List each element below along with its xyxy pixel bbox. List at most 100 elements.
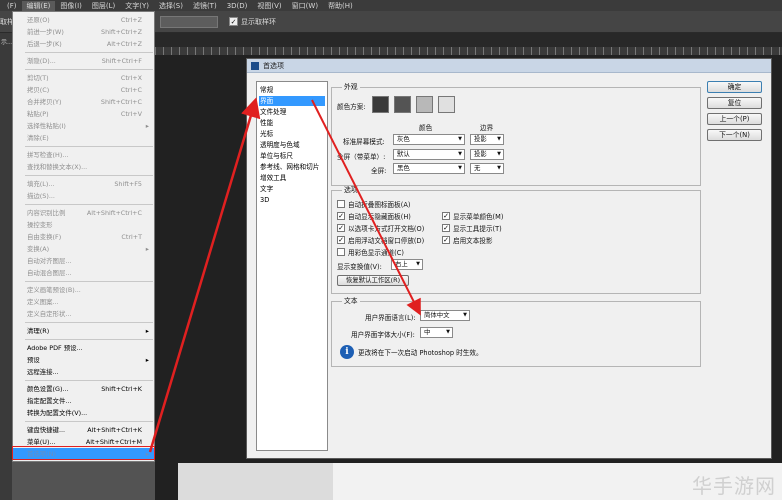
- color-scheme-swatch-2[interactable]: [394, 96, 411, 113]
- menu-item[interactable]: 颜色设置(G)... Shift+Ctrl+K: [13, 383, 154, 395]
- fullscreen-border-value: 无: [474, 164, 481, 172]
- transform-values-label: 显示变换值(V):: [337, 263, 382, 271]
- menu-item-shortcut: Shift+Ctrl+F: [101, 57, 142, 65]
- menu-item-label: 选择性粘贴(I): [27, 122, 66, 130]
- menu-item[interactable]: 操控变形: [13, 219, 154, 231]
- color-scheme-swatch-4[interactable]: [438, 96, 455, 113]
- menubar-item[interactable]: 3D(D): [222, 2, 253, 10]
- menu-item[interactable]: 定义画笔预设(B)...: [13, 284, 154, 296]
- previous-button[interactable]: 上一个(P): [707, 113, 762, 125]
- fullscreen-label: 全屏:: [371, 167, 387, 175]
- category-item[interactable]: 透明度与色域: [259, 140, 300, 150]
- menu-item-label: 指定配置文件...: [27, 397, 72, 405]
- option-checkbox[interactable]: ✓: [337, 212, 345, 220]
- submenu-arrow-icon: ▸: [145, 327, 149, 335]
- standard-mode-color-select[interactable]: 灰色 ▼: [393, 134, 465, 145]
- menu-item[interactable]: 合并拷贝(Y) Shift+Ctrl+C: [13, 96, 154, 108]
- fullscreen-color-select[interactable]: 黑色 ▼: [393, 163, 465, 174]
- category-item[interactable]: 3D: [259, 195, 269, 205]
- category-item[interactable]: 文字: [259, 184, 273, 194]
- color-scheme-swatch-3[interactable]: [416, 96, 433, 113]
- option-checkbox[interactable]: [337, 200, 345, 208]
- menu-item[interactable]: 自动对齐图层...: [13, 255, 154, 267]
- menubar-item[interactable]: 滤镜(T): [188, 1, 222, 11]
- menu-item[interactable]: 远程连接...: [13, 366, 154, 378]
- menubar-item[interactable]: 编辑(E): [21, 0, 56, 11]
- option-checkbox[interactable]: [337, 248, 345, 256]
- menu-item-label: 颜色设置(G)...: [27, 385, 69, 393]
- menu-item[interactable]: 自由变换(F) Ctrl+T: [13, 231, 154, 243]
- show-ring-checkbox[interactable]: ✓: [229, 17, 238, 26]
- menu-item[interactable]: 剪切(T) Ctrl+X: [13, 72, 154, 84]
- menu-item[interactable]: 拷贝(C) Ctrl+C: [13, 84, 154, 96]
- menu-item-label: 变换(A): [27, 245, 50, 253]
- reset-button[interactable]: 复位: [707, 97, 762, 109]
- option-checkbox[interactable]: ✓: [337, 224, 345, 232]
- transform-values-select[interactable]: 右上 ▼: [391, 259, 423, 270]
- fullscreen-menu-color-select[interactable]: 默认 ▼: [393, 149, 465, 160]
- option-checkbox[interactable]: ✓: [442, 236, 450, 244]
- menubar-item[interactable]: 图像(I): [55, 1, 87, 11]
- menu-item[interactable]: 清理(R) ▸: [13, 325, 154, 337]
- next-button[interactable]: 下一个(N): [707, 129, 762, 141]
- category-item[interactable]: 常规: [259, 85, 273, 95]
- menu-item[interactable]: 描边(S)...: [13, 190, 154, 202]
- fullscreen-menu-color-value: 默认: [397, 150, 410, 158]
- menu-item[interactable]: 内容识别比例 Alt+Shift+Ctrl+C: [13, 207, 154, 219]
- ui-language-value: 简体中文: [424, 311, 450, 319]
- category-item[interactable]: 增效工具: [259, 173, 286, 183]
- ui-language-select[interactable]: 简体中文 ▼: [420, 310, 470, 321]
- ui-font-size-select[interactable]: 中 ▼: [420, 327, 453, 338]
- ui-language-label: 用户界面语言(L):: [365, 314, 416, 322]
- menu-separator: [25, 146, 153, 147]
- chevron-down-icon: ▼: [458, 151, 462, 157]
- category-item[interactable]: 界面: [259, 96, 325, 106]
- menu-item[interactable]: 变换(A) ▸: [13, 243, 154, 255]
- restore-workspace-button[interactable]: 恢复默认工作区(R): [337, 275, 409, 286]
- show-ring-label: 显示取样环: [241, 18, 276, 26]
- menubar-item[interactable]: 视图(V): [252, 1, 286, 11]
- fullscreen-menu-border-select[interactable]: 投影 ▼: [470, 149, 504, 160]
- app-menubar: (F) 编辑(E) 图像(I) 图层(L) 文字(Y) 选择(S) 滤镜(T) 3D(D) 视图…: [0, 0, 782, 11]
- fullscreen-border-select[interactable]: 无 ▼: [470, 163, 504, 174]
- menu-item[interactable]: 定义自定形状...: [13, 308, 154, 320]
- menu-item[interactable]: 预设 ▸: [13, 354, 154, 366]
- menubar-item[interactable]: (F): [2, 2, 22, 10]
- category-item[interactable]: 参考线、网格和切片: [259, 162, 319, 172]
- option-checkbox[interactable]: ✓: [337, 236, 345, 244]
- menu-item[interactable]: 粘贴(P) Ctrl+V: [13, 108, 154, 120]
- ok-button[interactable]: 确定: [707, 81, 762, 93]
- menu-item[interactable]: 选择性粘贴(I) ▸: [13, 120, 154, 132]
- category-item[interactable]: 光标: [259, 129, 273, 139]
- category-item[interactable]: 性能: [259, 118, 273, 128]
- menu-item[interactable]: 填充(L)... Shift+F5: [13, 178, 154, 190]
- menu-item[interactable]: Adobe PDF 预设...: [13, 342, 154, 354]
- option-checkbox[interactable]: ✓: [442, 212, 450, 220]
- menu-item[interactable]: 前进一步(W) Shift+Ctrl+Z: [13, 26, 154, 38]
- menu-item[interactable]: 定义图案...: [13, 296, 154, 308]
- standard-mode-border-select[interactable]: 投影 ▼: [470, 134, 504, 145]
- menubar-item[interactable]: 窗口(W): [287, 1, 323, 11]
- menu-item[interactable]: 拼写检查(H)...: [13, 149, 154, 161]
- menu-item[interactable]: 转换为配置文件(V)...: [13, 407, 154, 419]
- menubar-item[interactable]: 选择(S): [154, 1, 188, 11]
- menu-item[interactable]: 查找和替换文本(X)...: [13, 161, 154, 173]
- menu-item[interactable]: 后退一步(K) Alt+Ctrl+Z: [13, 38, 154, 50]
- menu-item[interactable]: 自动混合图层...: [13, 267, 154, 279]
- menubar-item[interactable]: 图层(L): [87, 1, 120, 11]
- color-scheme-swatch-1[interactable]: [372, 96, 389, 113]
- category-item[interactable]: 单位与标尺: [259, 151, 293, 161]
- menu-item[interactable]: 指定配置文件...: [13, 395, 154, 407]
- menu-separator: [25, 281, 153, 282]
- option-checkbox[interactable]: ✓: [442, 224, 450, 232]
- menu-item[interactable]: 清除(E): [13, 132, 154, 144]
- menubar-item[interactable]: 文字(Y): [120, 1, 154, 11]
- standard-mode-label: 标准屏幕模式:: [343, 138, 385, 146]
- menu-item[interactable]: 键盘快捷键... Alt+Shift+Ctrl+K: [13, 424, 154, 436]
- menu-item-shortcut: Alt+Shift+Ctrl+K: [87, 426, 142, 434]
- menubar-item[interactable]: 帮助(H): [323, 1, 358, 11]
- menu-item[interactable]: 渐隐(D)... Shift+Ctrl+F: [13, 55, 154, 67]
- menu-item[interactable]: 还原(O) Ctrl+Z: [13, 14, 154, 26]
- sample-dropdown[interactable]: [160, 16, 218, 28]
- category-item[interactable]: 文件处理: [259, 107, 286, 117]
